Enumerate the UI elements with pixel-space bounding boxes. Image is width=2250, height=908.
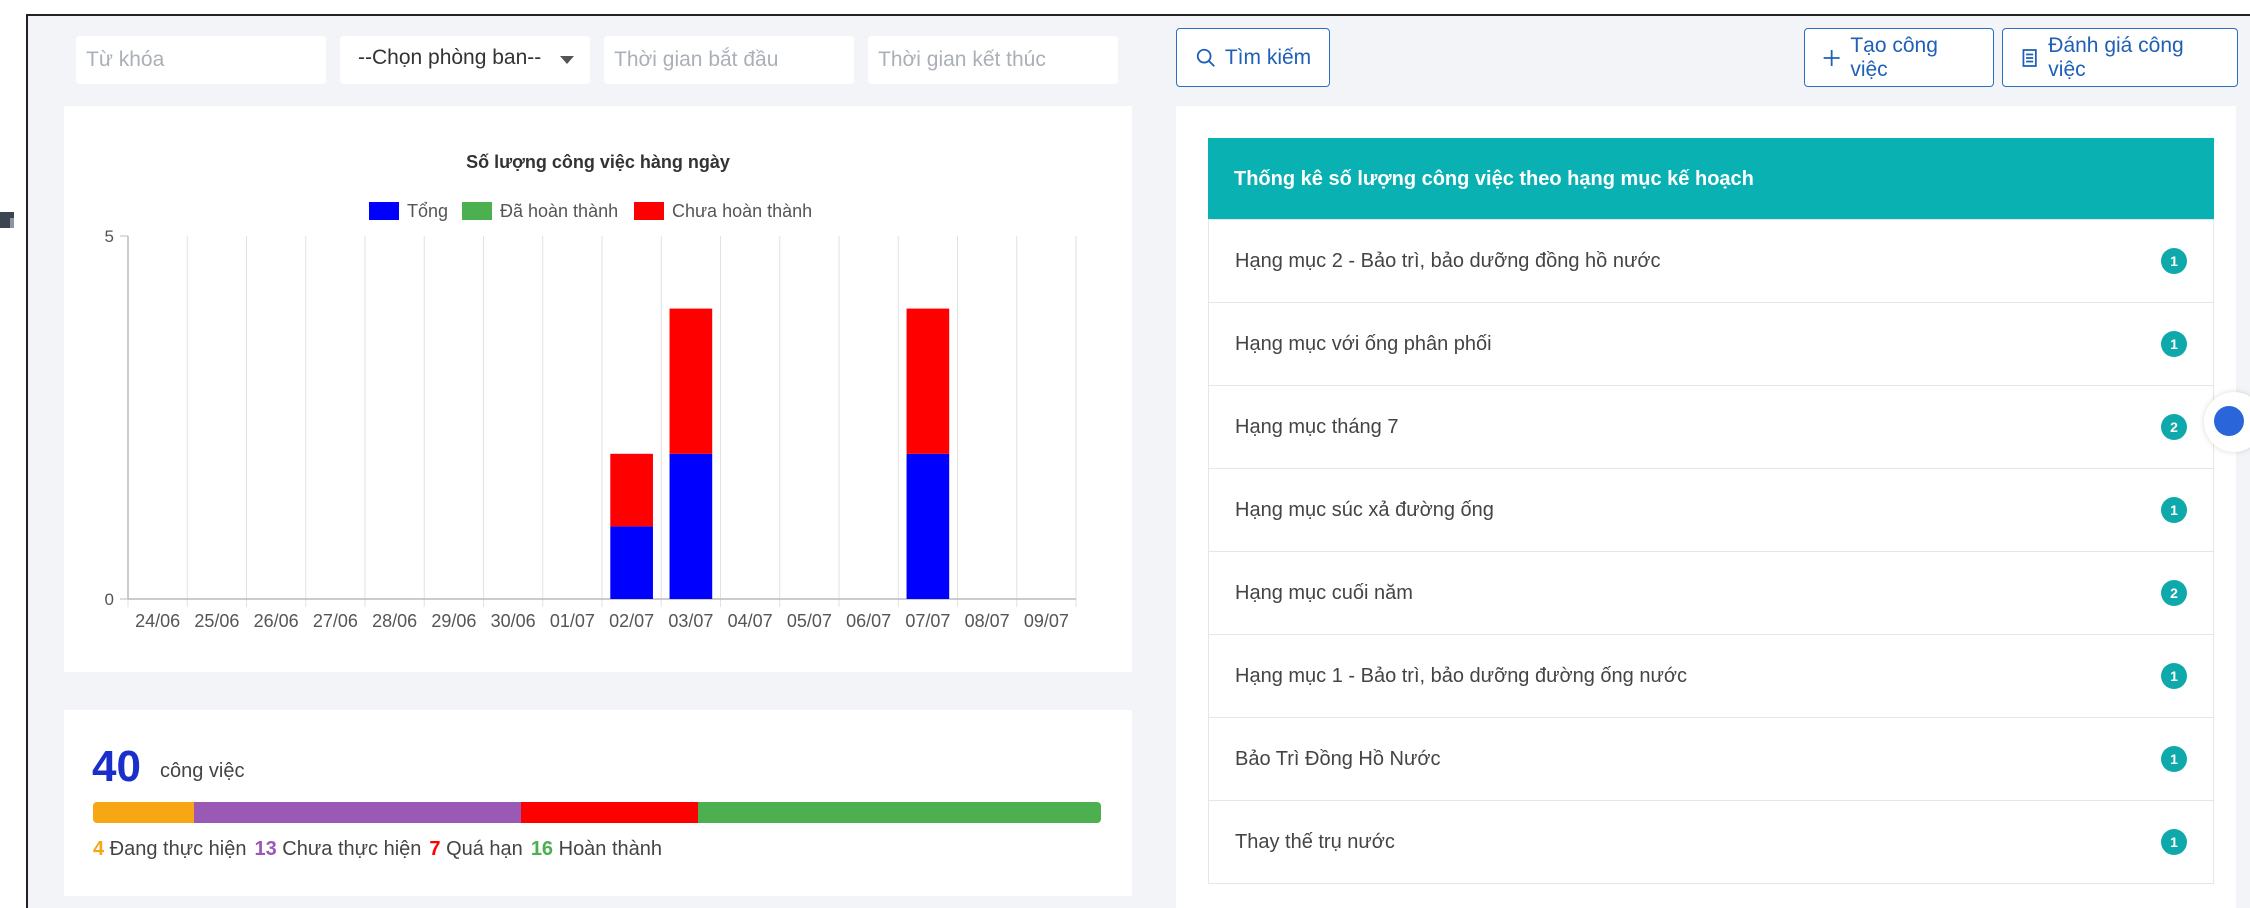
stats-row-label: Hạng mục súc xả đường ống [1235,498,1494,521]
stats-row[interactable]: Thay thế trụ nước 1 [1209,800,2213,883]
stats-row[interactable]: Hạng mục 1 - Bảo trì, bảo dưỡng đường ốn… [1209,634,2213,717]
stats-row-count-badge: 1 [2161,248,2187,274]
department-select-value: --Chọn phòng ban-- [358,46,542,69]
x-tick-label: 26/06 [254,611,299,631]
keyword-input[interactable]: Từ khóa [76,36,326,84]
daily-task-chart: Tổng Đã hoàn thành Chưa hoàn thành 0 5 24/06 2… [105,201,1077,631]
status-count: 7 [429,838,441,860]
stats-row-count-badge: 1 [2161,746,2187,772]
x-tick-label: 01/07 [550,611,595,631]
progress-segment [697,802,1101,823]
status-label: Quá hạn [440,838,523,860]
x-tick-label: 07/07 [905,611,950,631]
status-progress-bar [93,802,1101,823]
legend-label: Đã hoàn thành [500,201,618,221]
stats-row-count-badge: 1 [2161,663,2187,689]
stats-row-label: Hạng mục cuối năm [1235,581,1413,604]
y-tick-label: 5 [105,227,114,246]
legend-swatch [634,202,664,220]
document-icon [2022,48,2037,67]
create-task-label: Tạo công việc [1850,33,1938,81]
x-tick-label: 29/06 [431,611,476,631]
stats-title: Thống kê số lượng công việc theo hạng mụ… [1208,138,2214,219]
x-tick-label: 05/07 [787,611,832,631]
status-legend-item: 7 Quá hạn [429,838,522,861]
x-tick-label: 06/07 [846,611,891,631]
status-legend: 4 Đang thực hiện 13 Chưa thực hiện 7 Quá h… [93,838,662,861]
stats-row-count-badge: 1 [2161,331,2187,357]
stats-row[interactable]: Hạng mục tháng 7 2 [1209,385,2213,468]
x-tick-label: 04/07 [728,611,773,631]
edge-fragment [10,218,14,228]
x-tick-label: 09/07 [1024,611,1069,631]
x-tick-label: 28/06 [372,611,417,631]
status-legend-item: 16 Hoàn thành [531,838,662,861]
stats-row[interactable]: Hạng mục cuối năm 2 [1209,551,2213,634]
search-icon [1196,48,1215,67]
create-task-button[interactable]: Tạo công việc [1804,28,1994,87]
department-select[interactable]: --Chọn phòng ban-- [340,36,590,84]
status-count: 16 [530,838,554,860]
start-date-input[interactable]: Thời gian bắt đầu [604,36,854,84]
legend-swatch [369,202,399,220]
stats-row-count-badge: 2 [2161,580,2187,606]
progress-segment [521,802,698,823]
stats-row-label: Thay thế trụ nước [1235,830,1395,853]
x-tick-label: 24/06 [135,611,180,631]
x-tick-label: 30/06 [491,611,536,631]
evaluate-task-button[interactable]: Đánh giá công việc [2002,28,2238,87]
status-label: Hoàn thành [553,838,663,860]
evaluate-task-label: Đánh giá công việc [2048,33,2184,81]
search-button[interactable]: Tìm kiếm [1176,28,1330,87]
status-legend-item: 4 Đang thực hiện [93,838,247,861]
legend-label: Chưa hoàn thành [672,201,812,221]
stats-list: Hạng mục 2 - Bảo trì, bảo dưỡng đồng hồ … [1208,219,2214,884]
x-tick-label: 25/06 [194,611,239,631]
x-tick-label: 27/06 [313,611,358,631]
stats-row-label: Bảo Trì Đồng Hồ Nước [1235,747,1441,770]
x-tick-label: 02/07 [609,611,654,631]
end-date-input[interactable]: Thời gian kết thúc [868,36,1118,84]
stats-row[interactable]: Bảo Trì Đồng Hồ Nước 1 [1209,717,2213,800]
plus-icon [1823,49,1840,66]
daily-chart-panel: Số lượng công việc hàng ngày Tổng Đã hoàn… [64,106,1132,672]
stats-row[interactable]: Hạng mục 2 - Bảo trì, bảo dưỡng đồng hồ … [1209,219,2213,302]
stats-row-count-badge: 1 [2161,497,2187,523]
status-label: Đang thực hiện [104,838,247,860]
stats-row[interactable]: Hạng mục súc xả đường ống 1 [1209,468,2213,551]
stats-row-count-badge: 1 [2161,829,2187,855]
status-label: Chưa thực hiện [276,838,422,860]
legend-swatch [462,202,492,220]
bar-Chưa hoàn thành [669,308,713,454]
status-count: 4 [93,838,105,860]
x-tick-label: 08/07 [965,611,1010,631]
stats-row-label: Hạng mục 1 - Bảo trì, bảo dưỡng đường ốn… [1235,664,1687,687]
stats-row-label: Hạng mục 2 - Bảo trì, bảo dưỡng đồng hồ … [1235,249,1661,272]
bar-Chưa hoàn thành [906,308,950,454]
bar-Tổng [669,453,713,599]
status-count: 13 [254,838,277,860]
stats-row-count-badge: 2 [2161,414,2187,440]
stats-row[interactable]: Hạng mục với ống phân phối 1 [1209,302,2213,385]
bar-Tổng [610,526,653,599]
bar-Chưa hoàn thành [610,453,653,527]
y-tick-label: 0 [105,590,114,609]
progress-segment [93,802,194,823]
total-count: 40 [92,742,141,791]
caret-down-icon [560,56,574,64]
bar-Tổng [906,453,950,599]
total-label: công việc [160,760,245,782]
progress-segment [193,802,522,823]
stats-row-label: Hạng mục tháng 7 [1235,415,1399,438]
legend-label: Tổng [407,201,448,221]
search-button-label: Tìm kiếm [1224,45,1312,69]
x-tick-label: 03/07 [668,611,713,631]
stats-row-label: Hạng mục với ống phân phối [1235,332,1492,355]
status-legend-item: 13 Chưa thực hiện [255,838,422,861]
